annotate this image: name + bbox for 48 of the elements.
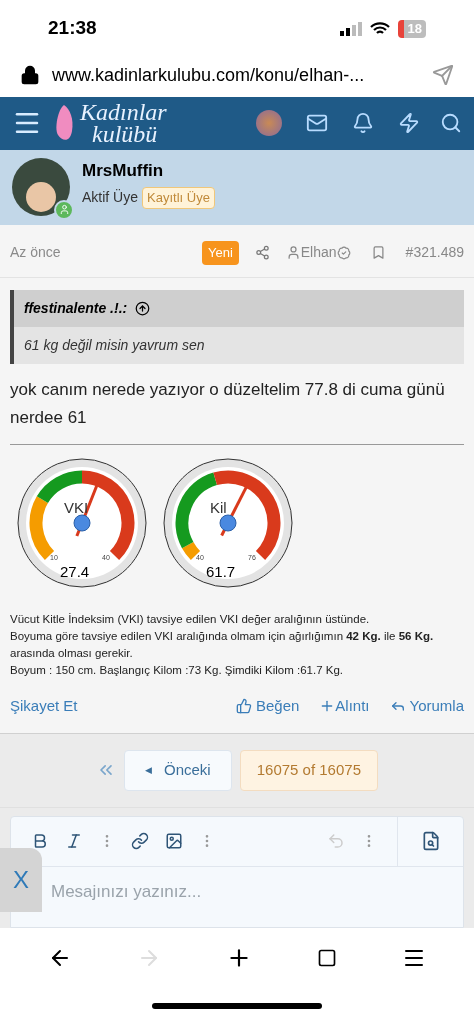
status-time: 21:38: [48, 16, 97, 41]
post-text: yok canım nerede yazıyor o düzeltelim 77.8 di cuma günü nerdee 61: [10, 375, 464, 445]
gauge-label: VKI: [64, 497, 89, 518]
signature-line: Boyum : 150 cm. Başlangıç Kilom :73 Kg. Şimdiki Kilom :61.7 Kg.: [10, 662, 344, 678]
signature-line: Boyuma göre tavsiye edilen VKI aralığında olmam için ağırlığımın 42 Kg. ile 56 Kg. arasında olması gerekir.: [10, 628, 435, 661]
logo-text[interactable]: kulübü: [92, 123, 167, 146]
previous-button[interactable]: ◀ Önceki: [124, 750, 232, 791]
quote-button[interactable]: Alıntı: [319, 694, 370, 718]
bookmark-icon[interactable]: [370, 245, 386, 261]
image-icon[interactable]: [165, 832, 183, 851]
like-button[interactable]: Beğen: [235, 694, 300, 718]
user-title: Aktif Üye: [82, 188, 138, 208]
reply-button[interactable]: Yorumla: [389, 694, 464, 718]
url-text[interactable]: www.kadinlarkulubu.com/konu/elhan-...: [52, 61, 420, 89]
mention-name[interactable]: Elhan: [300, 242, 337, 264]
verified-icon: [336, 245, 351, 260]
signal-icon: [339, 21, 362, 36]
arrow-up-icon[interactable]: [135, 300, 151, 316]
quote-author[interactable]: ffestinalente .!.:: [24, 297, 128, 319]
user-avatar[interactable]: [12, 157, 70, 216]
post-time[interactable]: Az önce: [10, 242, 61, 264]
page-indicator: 16075 of 16075: [239, 750, 378, 791]
share-icon[interactable]: [254, 245, 270, 261]
gauge-value: 61.7: [206, 561, 236, 582]
bell-icon[interactable]: [352, 112, 374, 135]
new-badge: Yeni: [201, 241, 239, 265]
wifi-icon: [369, 21, 390, 36]
post-number[interactable]: #321.489: [405, 242, 464, 264]
quote-text: 61 kg değil misin yavrum sen: [23, 335, 206, 355]
tabs-icon[interactable]: [316, 947, 337, 968]
send-icon[interactable]: [432, 64, 454, 86]
report-link[interactable]: Şikayet Et: [10, 694, 78, 718]
search-icon[interactable]: [440, 112, 462, 135]
gauge-label: Kil: [210, 497, 227, 518]
caret-icon: ◀: [145, 763, 152, 778]
lock-icon: [20, 65, 40, 85]
link-icon[interactable]: [131, 832, 149, 851]
logo-text[interactable]: Kadınlar: [80, 101, 167, 124]
thumbs-up-icon: [235, 697, 252, 714]
user-icon: [285, 245, 301, 261]
user-badge: Kayıtlı Üye: [142, 187, 215, 209]
close-button[interactable]: X: [0, 847, 42, 912]
italic-icon[interactable]: [65, 832, 83, 851]
battery-level: 18: [397, 19, 426, 38]
lightning-icon[interactable]: [398, 112, 420, 135]
gauge-value: 27.4: [60, 561, 90, 582]
username[interactable]: MrsMuffin: [82, 157, 215, 184]
signature-line: Vücut Kitle İndeksim (VKI) tavsiye edilen VKI değer aralığının üstünde.: [10, 611, 371, 627]
